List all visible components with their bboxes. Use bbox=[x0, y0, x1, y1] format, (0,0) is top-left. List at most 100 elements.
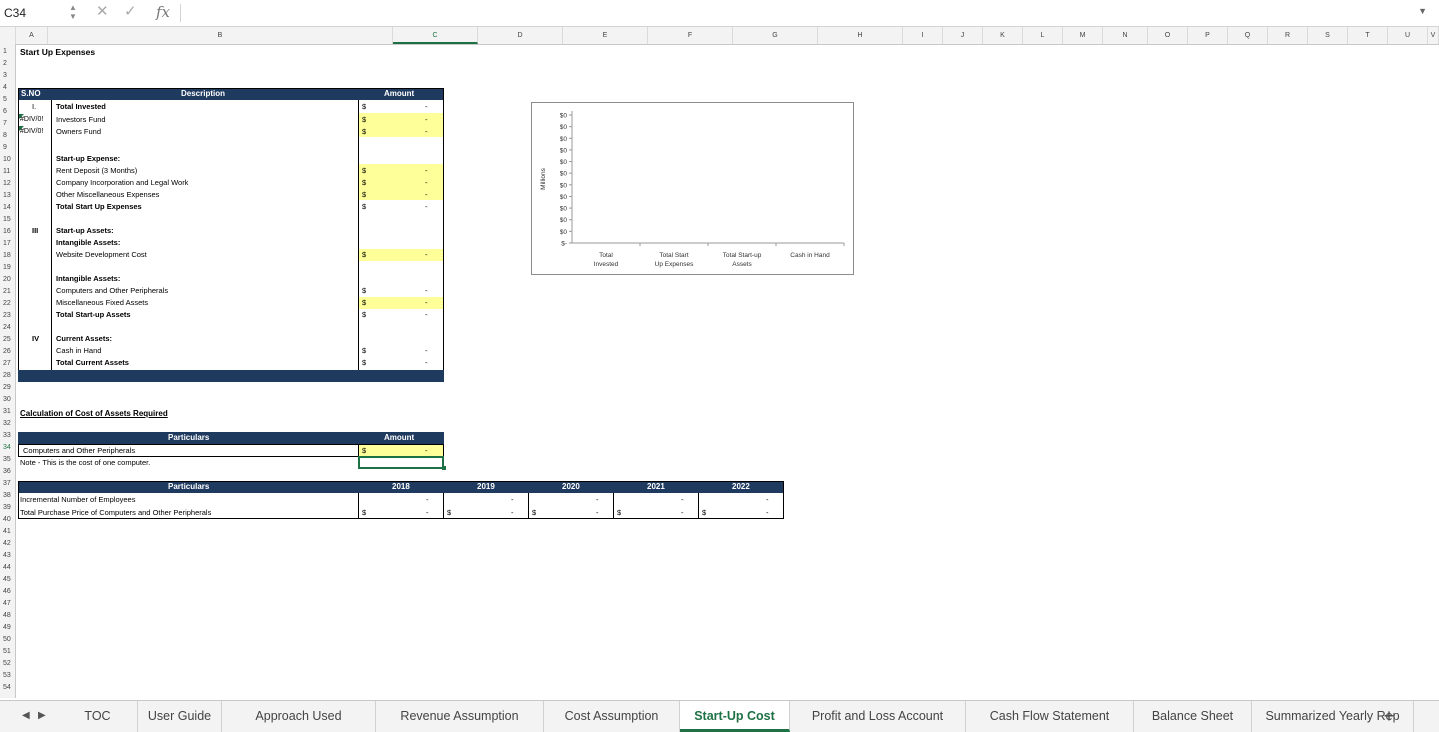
row-header-36[interactable]: 36 bbox=[0, 466, 15, 478]
row-header-31[interactable]: 31 bbox=[0, 406, 15, 418]
row-header-33[interactable]: 33 bbox=[0, 430, 15, 442]
sheet-grid[interactable]: Start Up Expenses S.NO Description Amoun… bbox=[16, 44, 1439, 698]
sheet-tab-start-up-cost[interactable]: Start-Up Cost bbox=[680, 701, 790, 732]
column-header-c[interactable]: C bbox=[393, 27, 478, 44]
sheet-tab-cost-assumption[interactable]: Cost Assumption bbox=[544, 701, 680, 732]
row-header-40[interactable]: 40 bbox=[0, 514, 15, 526]
row-header-30[interactable]: 30 bbox=[0, 394, 15, 406]
column-header-r[interactable]: R bbox=[1268, 27, 1308, 44]
row-header-11[interactable]: 11 bbox=[0, 166, 15, 178]
column-header-u[interactable]: U bbox=[1388, 27, 1428, 44]
row-header-7[interactable]: 7 bbox=[0, 118, 15, 130]
selected-cell-c34[interactable] bbox=[358, 456, 444, 469]
row-header-14[interactable]: 14 bbox=[0, 202, 15, 214]
row-header-22[interactable]: 22 bbox=[0, 298, 15, 310]
formula-expand-icon[interactable]: ▼ bbox=[1418, 6, 1427, 16]
row-header-37[interactable]: 37 bbox=[0, 478, 15, 490]
name-box-spinner-icon[interactable]: ▲ ▼ bbox=[68, 3, 78, 23]
enter-icon[interactable]: ✓ bbox=[124, 3, 137, 21]
row7-sno[interactable]: #DIV/0! bbox=[20, 126, 43, 138]
row-header-47[interactable]: 47 bbox=[0, 598, 15, 610]
sheet-tab-profit-and-loss-account[interactable]: Profit and Loss Account bbox=[790, 701, 966, 732]
tab-prev-icon[interactable]: ◀ bbox=[22, 710, 30, 721]
cancel-icon[interactable]: ✕ bbox=[96, 3, 109, 21]
column-header-k[interactable]: K bbox=[983, 27, 1023, 44]
column-header-j[interactable]: J bbox=[943, 27, 983, 44]
column-header-s[interactable]: S bbox=[1308, 27, 1348, 44]
row-header-34[interactable]: 34 bbox=[0, 442, 15, 454]
row-header-39[interactable]: 39 bbox=[0, 502, 15, 514]
row-header-51[interactable]: 51 bbox=[0, 646, 15, 658]
column-header-n[interactable]: N bbox=[1103, 27, 1148, 44]
column-header-g[interactable]: G bbox=[733, 27, 818, 44]
tab-next-icon[interactable]: ▶ bbox=[38, 710, 46, 721]
column-header-i[interactable]: I bbox=[903, 27, 943, 44]
row-header-10[interactable]: 10 bbox=[0, 154, 15, 166]
column-header-e[interactable]: E bbox=[563, 27, 648, 44]
row-header-19[interactable]: 19 bbox=[0, 262, 15, 274]
row-header-9[interactable]: 9 bbox=[0, 142, 15, 154]
row-header-26[interactable]: 26 bbox=[0, 346, 15, 358]
sheet-tab-cash-flow-statement[interactable]: Cash Flow Statement bbox=[966, 701, 1134, 732]
row-header-44[interactable]: 44 bbox=[0, 562, 15, 574]
column-header-h[interactable]: H bbox=[818, 27, 903, 44]
row-header-32[interactable]: 32 bbox=[0, 418, 15, 430]
sheet-tab-user-guide[interactable]: User Guide bbox=[138, 701, 222, 732]
sheet-tab-toc[interactable]: TOC bbox=[58, 701, 138, 732]
sheet-tab-revenue-assumption[interactable]: Revenue Assumption bbox=[376, 701, 544, 732]
column-header-l[interactable]: L bbox=[1023, 27, 1063, 44]
column-header-o[interactable]: O bbox=[1148, 27, 1188, 44]
formula-input[interactable] bbox=[186, 4, 1406, 22]
row-header-5[interactable]: 5 bbox=[0, 94, 15, 106]
column-header-f[interactable]: F bbox=[648, 27, 733, 44]
row-header-28[interactable]: 28 bbox=[0, 370, 15, 382]
sheet-tab-balance-sheet[interactable]: Balance Sheet bbox=[1134, 701, 1252, 732]
row-header-15[interactable]: 15 bbox=[0, 214, 15, 226]
row-header-6[interactable]: 6 bbox=[0, 106, 15, 118]
row-header-2[interactable]: 2 bbox=[0, 58, 15, 70]
column-header-v[interactable]: V bbox=[1428, 27, 1439, 44]
row-header-12[interactable]: 12 bbox=[0, 178, 15, 190]
row-header-50[interactable]: 50 bbox=[0, 634, 15, 646]
row-header-1[interactable]: 1 bbox=[0, 46, 15, 58]
row-header-54[interactable]: 54 bbox=[0, 682, 15, 694]
column-header-m[interactable]: M bbox=[1063, 27, 1103, 44]
row-header-21[interactable]: 21 bbox=[0, 286, 15, 298]
row-header-48[interactable]: 48 bbox=[0, 610, 15, 622]
row-header-13[interactable]: 13 bbox=[0, 190, 15, 202]
add-sheet-button[interactable]: + bbox=[1372, 701, 1406, 732]
row-header-45[interactable]: 45 bbox=[0, 574, 15, 586]
row-header-3[interactable]: 3 bbox=[0, 70, 15, 82]
row-header-42[interactable]: 42 bbox=[0, 538, 15, 550]
row-header-35[interactable]: 35 bbox=[0, 454, 15, 466]
row-header-43[interactable]: 43 bbox=[0, 550, 15, 562]
column-header-d[interactable]: D bbox=[478, 27, 563, 44]
row-header-49[interactable]: 49 bbox=[0, 622, 15, 634]
row-header-29[interactable]: 29 bbox=[0, 382, 15, 394]
fx-icon[interactable]: fx bbox=[156, 3, 170, 21]
row-header-20[interactable]: 20 bbox=[0, 274, 15, 286]
row-header-27[interactable]: 27 bbox=[0, 358, 15, 370]
row-header-38[interactable]: 38 bbox=[0, 490, 15, 502]
row-header-17[interactable]: 17 bbox=[0, 238, 15, 250]
startup-chart[interactable]: $0 $0 $0 $0 $0 $0 $0 $0 $0 $0 $0 $- Millions Total Inv… bbox=[531, 102, 854, 275]
row-header-4[interactable]: 4 bbox=[0, 82, 15, 94]
column-header-a[interactable]: A bbox=[16, 27, 48, 44]
row-header-52[interactable]: 52 bbox=[0, 658, 15, 670]
column-header-t[interactable]: T bbox=[1348, 27, 1388, 44]
row-header-41[interactable]: 41 bbox=[0, 526, 15, 538]
select-all-corner[interactable] bbox=[0, 27, 16, 44]
name-box[interactable]: C34 bbox=[4, 4, 62, 22]
sheet-tab-approach-used[interactable]: Approach Used bbox=[222, 701, 376, 732]
row-header-18[interactable]: 18 bbox=[0, 250, 15, 262]
row6-sno[interactable]: #DIV/0! bbox=[20, 114, 43, 126]
row-header-16[interactable]: 16 bbox=[0, 226, 15, 238]
row-header-8[interactable]: 8 bbox=[0, 130, 15, 142]
column-header-q[interactable]: Q bbox=[1228, 27, 1268, 44]
row-header-24[interactable]: 24 bbox=[0, 322, 15, 334]
row-header-46[interactable]: 46 bbox=[0, 586, 15, 598]
row-header-53[interactable]: 53 bbox=[0, 670, 15, 682]
column-header-p[interactable]: P bbox=[1188, 27, 1228, 44]
row-header-23[interactable]: 23 bbox=[0, 310, 15, 322]
fill-handle[interactable] bbox=[442, 466, 446, 470]
